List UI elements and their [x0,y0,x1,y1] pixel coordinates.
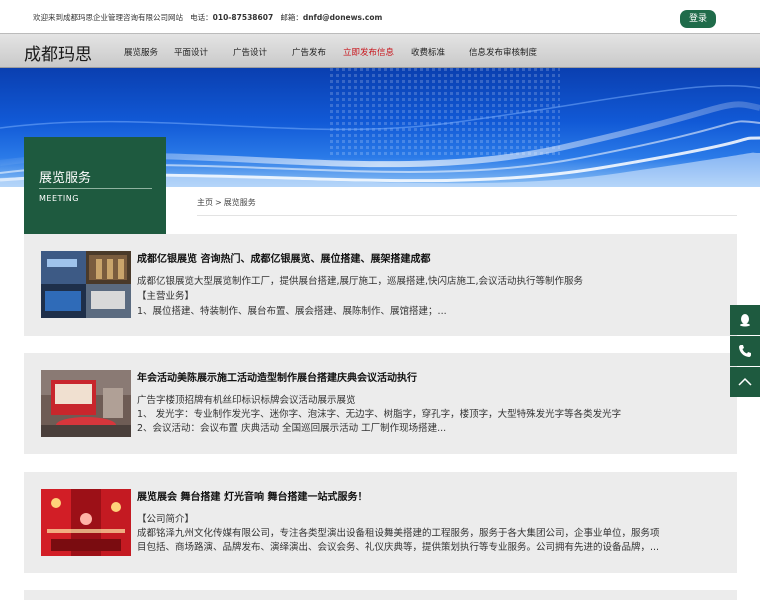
nav-item-ad-publish[interactable]: 广告发布 [292,46,326,58]
nav-item-ad-design[interactable]: 广告设计 [233,46,267,58]
back-to-top-icon [738,377,752,386]
nav-item-graphic-design[interactable]: 平面设计 [174,46,208,58]
card-description: 【公司简介】 [137,514,195,525]
email-label: 邮箱： [280,13,303,22]
event-stage-photo-icon[interactable] [41,370,131,437]
nav-item-review-policy[interactable]: 信息发布审核制度 [469,46,537,58]
card-description: 成都亿银展览大型展览制作工厂，提供展台搭建,展厅施工，巡展搭建,快闪店施工,会议… [137,276,584,287]
phone-number: 010-87538607 [212,13,274,22]
card-description: 【主营业务】 [137,291,195,302]
contact-info: 欢迎来到成都玛思企业管理咨询有限公司网站 电话：010-87538607 邮箱：… [33,12,382,23]
main-nav: 成都玛思 展览服务 平面设计 广告设计 广告发布 立即发布信息 收费标准 信息发… [0,33,760,68]
breadcrumb-home[interactable]: 主页 [197,198,213,207]
stage-lighting-photo-icon[interactable] [41,489,131,556]
card-description: 2、会议活动：会议布置 庆典活动 全国巡回展示活动 工厂制作现场搭建... [137,423,447,434]
top-info-bar: 欢迎来到成都玛思企业管理咨询有限公司网站 电话：010-87538607 邮箱：… [0,0,760,34]
welcome-text: 欢迎来到成都玛思企业管理咨询有限公司网站 [33,13,183,22]
card-description: 1、展位搭建、特装制作、展台布置、展会搭建、展陈制作、展馆搭建；... [137,306,447,317]
qq-icon [740,314,750,327]
nav-item-exhibition[interactable]: 展览服务 [124,46,158,58]
nav-item-pricing[interactable]: 收费标准 [411,46,445,58]
exhibition-photo-icon[interactable] [41,251,131,318]
card-description: 成都铭泽九州文化传媒有限公司，专注各类型演出设备租设舞美搭建的工程服务，服务于各… [137,528,660,539]
card-title[interactable]: 成都亿银展览 咨询热门、成都亿银展览、展位搭建、展架搭建成都 [137,250,430,265]
email-address: dnfd@donews.com [302,13,383,22]
section-divider [39,188,152,189]
section-subtitle: MEETING [39,194,79,203]
back-to-top-button[interactable] [730,367,760,397]
section-header-box: 展览服务 MEETING [24,137,166,243]
site-logo[interactable]: 成都玛思 [24,40,92,65]
list-item[interactable] [24,590,737,600]
list-item[interactable]: 年会活动美陈展示施工活动造型制作展台搭建庆典会议活动执行 广告字楼顶招牌有机丝印… [24,353,737,454]
phone-label: 电话： [190,13,213,22]
card-title[interactable]: 年会活动美陈展示施工活动造型制作展台搭建庆典会议活动执行 [137,369,417,384]
card-title[interactable]: 展览展会 舞台搭建 灯光音响 舞台搭建一站式服务！ [137,488,367,503]
qq-button[interactable] [730,305,760,335]
nav-item-post-now[interactable]: 立即发布信息 [343,46,394,58]
card-description: 1、 发光字：专业制作发光字、迷你字、泡沫字、无边字、树脂字，穿孔字，楼顶字，大… [137,409,622,420]
breadcrumb-current[interactable]: 展览服务 [224,198,256,207]
phone-button[interactable] [730,336,760,366]
phone-icon [739,345,751,357]
list-item[interactable]: 成都亿银展览 咨询热门、成都亿银展览、展位搭建、展架搭建成都 成都亿银展览大型展… [24,234,737,336]
breadcrumb: 主页 > 展览服务 [197,197,256,208]
card-description: 广告字楼顶招牌有机丝印标识标牌会议活动展示展览 [137,395,356,406]
card-description: 目包括、商场路演、品牌发布、演绎演出、会议会务、礼仪庆典等，提供策划执行等专业服… [137,542,660,553]
list-item[interactable]: 展览展会 舞台搭建 灯光音响 舞台搭建一站式服务！ 【公司简介】 成都铭泽九州文… [24,472,737,573]
breadcrumb-separator: > [215,198,222,207]
section-title: 展览服务 [39,171,92,186]
breadcrumb-divider [197,215,737,216]
login-button[interactable]: 登录 [680,10,716,28]
